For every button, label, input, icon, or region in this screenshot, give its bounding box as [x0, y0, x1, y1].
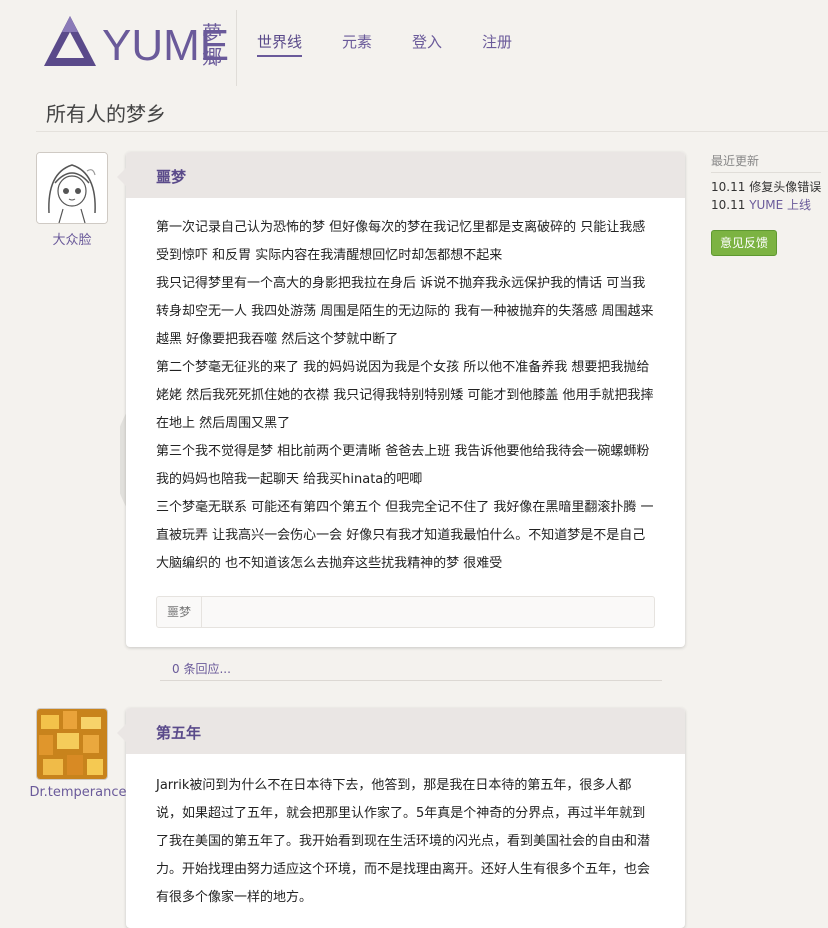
post-title[interactable]: 第五年: [156, 722, 201, 743]
update-date: 10.11: [711, 180, 746, 194]
update-text: 修复头像错误: [749, 180, 822, 194]
card-pointer: [117, 724, 126, 742]
avatar[interactable]: [36, 708, 108, 780]
nav-login[interactable]: 登入: [412, 32, 442, 57]
sidebar-divider: [711, 172, 821, 173]
post-paragraph: 第一次记录自己认为恐怖的梦 但好像每次的梦在我记忆里都是支离破碎的 只能让我感受…: [156, 220, 646, 263]
brand-kanji-top: 夢: [202, 21, 222, 45]
post-card: 第五年 Jarrik被问到为什么不在日本待下去，他答到，那是我在日本待的第五年，…: [117, 708, 685, 928]
post-card: 噩梦 第一次记录自己认为恐怖的梦 但好像每次的梦在我记忆里都是支离破碎的 只能让…: [117, 152, 685, 647]
orange-squares-avatar-icon: [37, 709, 107, 779]
update-item: 10.11 修复头像错误: [711, 178, 821, 195]
post-tag[interactable]: 噩梦: [157, 597, 203, 627]
post-body: 第一次记录自己认为恐怖的梦 但好像每次的梦在我记忆里都是支离破碎的 只能让我感受…: [126, 198, 685, 578]
update-item: 10.11 YUME 上线: [711, 196, 811, 213]
replies-link[interactable]: 0 条回应...: [160, 658, 662, 681]
anime-girl-avatar-icon: [37, 153, 107, 223]
tag-bar: 噩梦: [156, 596, 655, 628]
logo-divider: [236, 10, 237, 86]
update-date: 10.11: [711, 198, 746, 212]
triangle-logo-icon: YUME 夢 郷: [44, 16, 229, 70]
post-paragraph: 第二个梦毫无征兆的来了 我的妈妈说因为我是个女孩 所以他不准备养我 想要把我抛给…: [156, 360, 654, 431]
site-header: YUME 夢 郷 世界线 元素 登入 注册: [0, 0, 828, 87]
post-paragraph: 我只记得梦里有一个高大的身影把我拉在身后 诉说不抛弃我永远保护我的情话 可当我转…: [156, 276, 654, 347]
author-name[interactable]: 大众脸: [36, 229, 108, 248]
avatar[interactable]: [36, 152, 108, 224]
post-body: Jarrik被问到为什么不在日本待下去，他答到，那是我在日本待的第五年，很多人都…: [126, 754, 685, 912]
author-name[interactable]: Dr.temperance: [20, 785, 136, 800]
post-header: 噩梦: [117, 152, 685, 198]
main-nav: 世界线 元素 登入 注册: [257, 32, 552, 57]
title-divider: [36, 131, 828, 132]
post-title[interactable]: 噩梦: [156, 166, 186, 187]
recent-updates-label: 最近更新: [711, 154, 760, 168]
nav-register[interactable]: 注册: [482, 32, 512, 57]
post-paragraph: 三个梦毫无联系 可能还有第四个第五个 但我完全记不住了 我好像在黑暗里翻滚扑腾 …: [156, 500, 654, 571]
site-logo[interactable]: YUME 夢 郷: [42, 14, 229, 70]
post-paragraph: 第三个我不觉得是梦 相比前两个更清晰 爸爸去上班 我告诉他要他给我待会一碗螺蛳粉…: [156, 444, 650, 487]
brand-kanji-bottom: 郷: [202, 45, 222, 69]
post-header: 第五年: [117, 708, 685, 754]
post-paragraph: Jarrik被问到为什么不在日本待下去，他答到，那是我在日本待的第五年，很多人都…: [156, 778, 651, 905]
update-link[interactable]: YUME 上线: [749, 198, 811, 212]
card-pointer: [117, 168, 126, 186]
nav-elements[interactable]: 元素: [342, 32, 372, 57]
feedback-button[interactable]: 意见反馈: [711, 230, 778, 256]
page-title: 所有人的梦乡: [46, 102, 166, 126]
nav-worldline[interactable]: 世界线: [257, 32, 303, 57]
